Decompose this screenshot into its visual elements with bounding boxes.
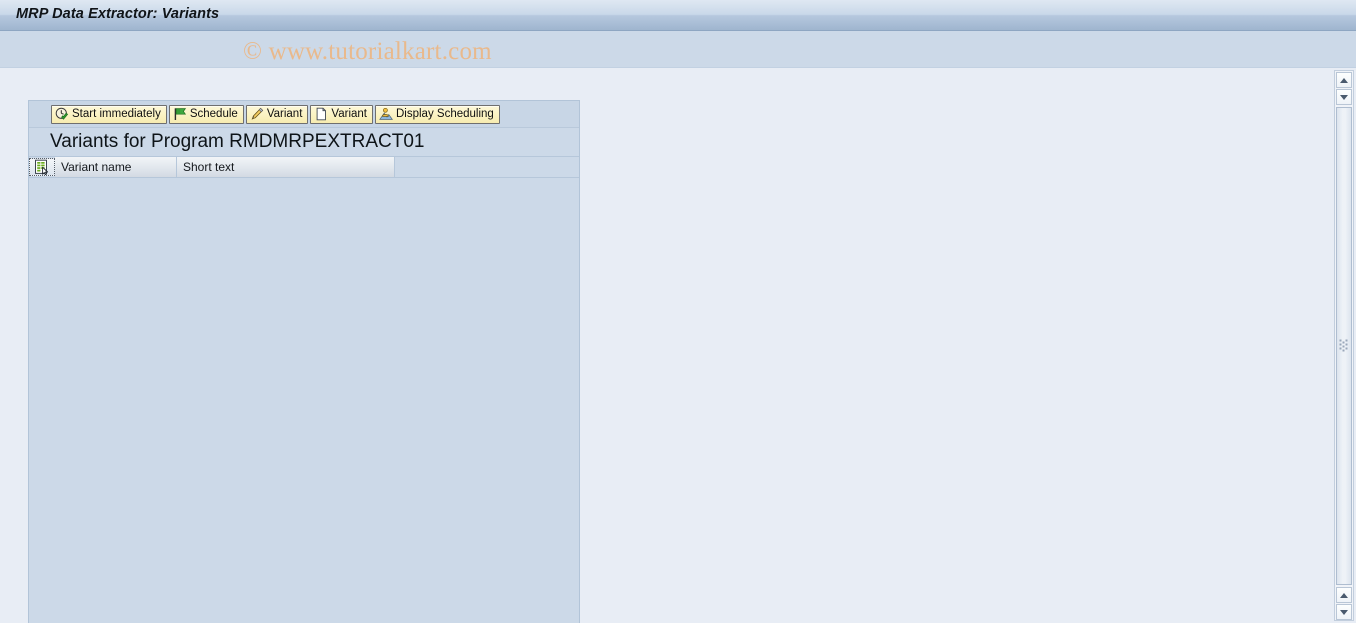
scrollbar-thumb[interactable] xyxy=(1336,107,1352,585)
variants-panel: Start immediately Schedule Variant Varia… xyxy=(28,100,580,623)
scroll-up-button[interactable] xyxy=(1336,72,1352,88)
column-header-short-text[interactable]: Short text xyxy=(177,157,395,177)
blank-page-icon xyxy=(314,107,328,121)
vertical-scrollbar[interactable] xyxy=(1334,70,1354,621)
scroll-page-down-button[interactable] xyxy=(1336,587,1352,603)
select-all-icon xyxy=(34,159,50,175)
display-scheduling-label: Display Scheduling xyxy=(396,108,494,120)
application-toolbar: Start immediately Schedule Variant Varia… xyxy=(29,101,579,128)
change-variant-label: Variant xyxy=(266,108,303,120)
select-all-button[interactable] xyxy=(29,158,55,176)
chevron-down-icon-bottom xyxy=(1340,609,1348,615)
scrollbar-grip-icon xyxy=(1339,339,1349,353)
create-variant-button[interactable]: Variant xyxy=(310,104,373,124)
window-title: MRP Data Extractor: Variants xyxy=(16,6,220,22)
secondary-toolbar-strip xyxy=(0,31,1356,68)
scroll-page-up-button[interactable] xyxy=(1336,89,1352,105)
pencil-icon xyxy=(250,107,264,121)
schedule-button[interactable]: Schedule xyxy=(168,104,244,124)
chevron-up-icon xyxy=(1340,77,1348,83)
chevron-down-icon xyxy=(1340,94,1348,100)
column-header-short-text-label: Short text xyxy=(183,160,235,174)
create-variant-label: Variant xyxy=(331,108,367,120)
start-immediately-label: Start immediately xyxy=(72,108,161,120)
column-header-filler xyxy=(395,157,579,177)
work-area: Start immediately Schedule Variant Varia… xyxy=(0,68,1356,623)
variants-table-body xyxy=(29,178,579,623)
scheduling-person-icon xyxy=(379,107,393,121)
window-title-bar: MRP Data Extractor: Variants xyxy=(0,0,1356,31)
start-immediately-button[interactable]: Start immediately xyxy=(51,104,167,124)
variants-table-header: Variant name Short text xyxy=(29,156,579,178)
watermark-text: © www.tutorialkart.com xyxy=(243,38,492,65)
change-variant-button[interactable]: Variant xyxy=(245,104,309,124)
display-scheduling-button[interactable]: Display Scheduling xyxy=(375,104,500,124)
scroll-down-button[interactable] xyxy=(1336,604,1352,620)
chevron-up-icon-bottom xyxy=(1340,592,1348,598)
flag-icon xyxy=(173,107,187,121)
page-title: Variants for Program RMDMRPEXTRACT01 xyxy=(29,128,579,156)
clock-check-icon xyxy=(55,107,69,121)
column-header-variant-name-label: Variant name xyxy=(61,160,132,174)
schedule-label: Schedule xyxy=(189,108,238,120)
column-header-variant-name[interactable]: Variant name xyxy=(55,157,177,177)
